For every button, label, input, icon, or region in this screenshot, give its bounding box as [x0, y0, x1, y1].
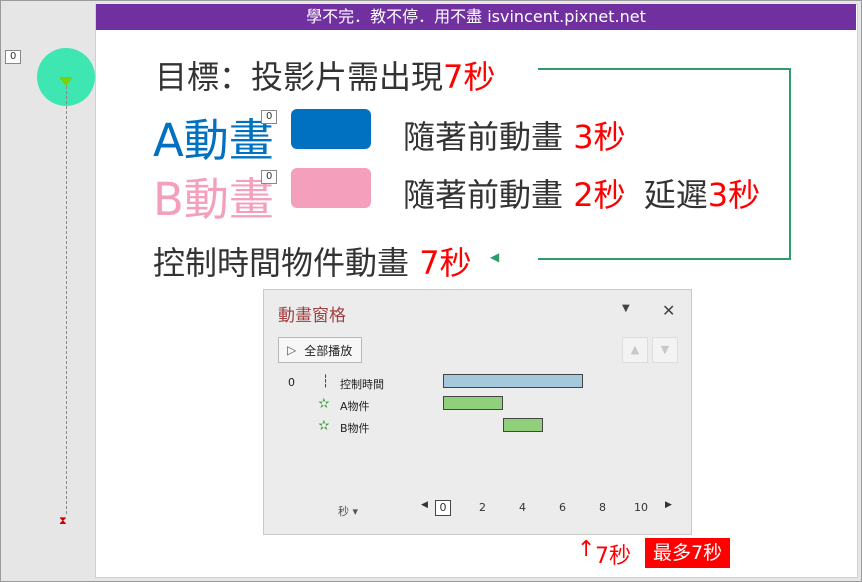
timeline-tick: 6: [559, 501, 566, 514]
scroll-left-icon[interactable]: ◀: [421, 500, 428, 510]
goal-label: 目標：投影片需出現: [155, 58, 444, 96]
control-value: 7秒: [419, 244, 472, 282]
goal-value: 7秒: [443, 58, 496, 96]
play-all-button[interactable]: ▷ 全部播放: [278, 337, 362, 363]
move-up-icon[interactable]: ▲: [622, 337, 648, 363]
slide-banner: 學不完．教不停．用不盡 isvincent.pixnet.net: [96, 4, 856, 30]
motion-path-start-icon: [59, 77, 73, 86]
row-a-shape[interactable]: [291, 109, 371, 149]
scroll-right-icon[interactable]: ▶: [665, 500, 672, 510]
timeline-tick: 2: [479, 501, 486, 514]
motion-path-icon: ┆: [322, 374, 330, 388]
timeline-bar[interactable]: [503, 418, 543, 432]
max-duration-badge: 最多7秒: [645, 538, 731, 568]
play-all-label: 全部播放: [304, 343, 353, 358]
star-effect-icon: ✫: [318, 418, 330, 434]
control-text: 控制時間物件動畫: [153, 244, 410, 282]
timeline-bar[interactable]: [443, 396, 503, 410]
timeline-tick-box: 0: [435, 500, 451, 516]
motion-path-line[interactable]: [66, 86, 67, 514]
bottom-value: 7秒: [595, 544, 631, 569]
row-b-name: B動畫: [153, 173, 274, 226]
timeline-bar[interactable]: [443, 374, 583, 388]
move-down-icon[interactable]: ▼: [652, 337, 678, 363]
row-label[interactable]: A物件: [340, 398, 370, 414]
row-a-tag[interactable]: 0: [261, 110, 278, 124]
row-index: 0: [288, 376, 295, 389]
animation-number-tag[interactable]: 0: [5, 50, 22, 64]
timeline-tick: 10: [634, 501, 648, 514]
timeline-scale[interactable]: ◀ 0 2 4 6 8 10 ▶: [421, 500, 672, 516]
star-effect-icon: ✫: [318, 396, 330, 412]
animation-pane-title: 動畫窗格: [278, 306, 346, 326]
connector-arrow: [538, 68, 791, 260]
control-line: 控制時間物件動畫 7秒: [153, 238, 472, 284]
motion-path-end-icon: ⧗: [59, 514, 67, 527]
row-label[interactable]: 控制時間: [340, 376, 384, 392]
close-icon[interactable]: ✕: [662, 301, 675, 320]
up-arrow-icon: ↑: [577, 537, 596, 562]
row-label[interactable]: B物件: [340, 420, 370, 436]
row-b-tag[interactable]: 0: [261, 170, 278, 184]
goal-line: 目標：投影片需出現7秒: [155, 52, 495, 98]
row-a-name: A動畫: [153, 114, 274, 167]
connector-arrowhead-icon: ◀: [490, 250, 500, 264]
timeline-tick: 4: [519, 501, 526, 514]
seconds-dropdown[interactable]: 秒 ▾: [338, 503, 358, 519]
animation-pane: 動畫窗格 ▼ ✕ ▷ 全部播放 ▲ ▼ 0 ┆ 控制時間 ✫ A物件 ✫ B物件…: [263, 289, 692, 535]
play-icon: ▷: [287, 343, 297, 357]
seconds-label: 秒: [338, 505, 349, 518]
timeline-tick: 8: [599, 501, 606, 514]
chevron-down-icon[interactable]: ▼: [622, 303, 630, 314]
row-b-shape[interactable]: [291, 168, 371, 208]
